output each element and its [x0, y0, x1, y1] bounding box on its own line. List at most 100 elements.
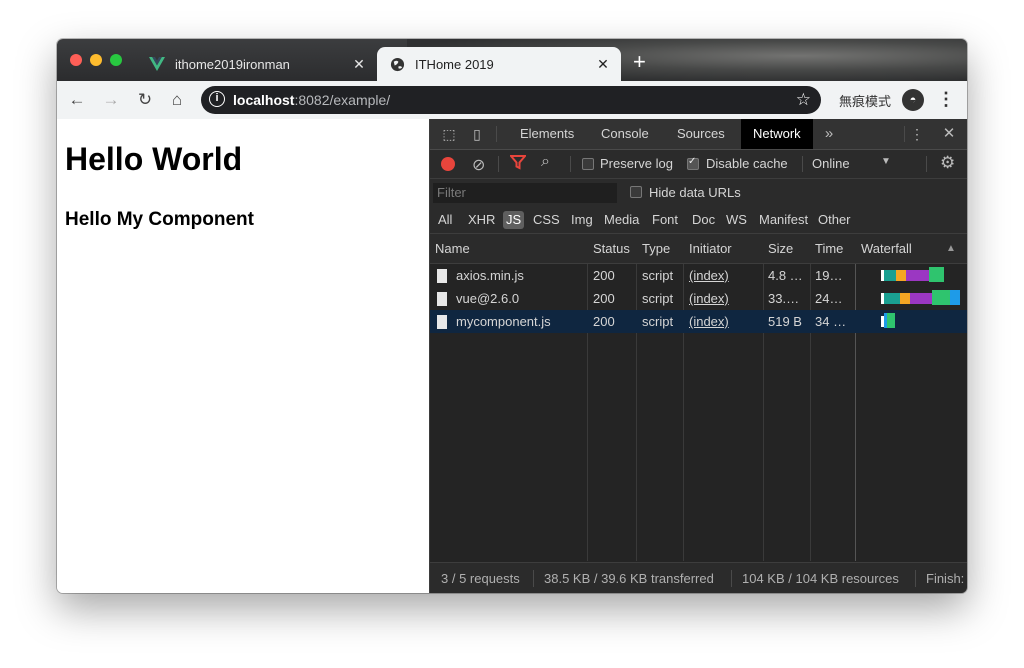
bookmark-star-icon[interactable]: ☆ [796, 90, 811, 110]
record-icon[interactable] [441, 157, 455, 171]
file-icon [437, 292, 447, 306]
waterfall-download-bar [929, 267, 944, 282]
resource-type-filter: All XHR JS CSS Img Media Font Doc WS Man… [430, 207, 967, 234]
divider [926, 156, 927, 172]
zoom-window-button[interactable] [110, 54, 122, 66]
request-status: 200 [593, 314, 615, 329]
gear-icon[interactable]: ⚙ [940, 153, 955, 173]
filter-input[interactable]: Filter [433, 183, 617, 203]
request-status: 200 [593, 291, 615, 306]
url-text: localhost:8082/example/ [233, 92, 390, 108]
request-initiator[interactable]: (index) [689, 264, 729, 287]
request-time: 19… [815, 268, 843, 283]
search-icon[interactable]: ⌕ [541, 153, 550, 171]
requests-count: 3 / 5 requests [441, 571, 520, 586]
more-menu-icon[interactable]: ⋮ [937, 89, 955, 110]
globe-icon [389, 56, 405, 72]
file-icon [437, 315, 447, 329]
close-tab-icon[interactable]: ✕ [593, 56, 613, 73]
tab-elements[interactable]: Elements [508, 119, 586, 149]
incognito-label[interactable]: 無痕模式 [839, 91, 891, 110]
column-header-type[interactable]: Type [642, 234, 670, 263]
column-header-waterfall[interactable]: Waterfall [861, 234, 912, 263]
web-page-content: Hello World Hello My Component [57, 119, 429, 593]
column-header-time[interactable]: Time [815, 234, 843, 263]
column-header-name[interactable]: Name [435, 234, 470, 263]
type-font[interactable]: Font [649, 211, 681, 229]
request-initiator[interactable]: (index) [689, 287, 729, 310]
tab-sources[interactable]: Sources [665, 119, 737, 149]
divider [498, 156, 499, 172]
table-row[interactable]: mycomponent.js 200 script (index) 519 B … [430, 310, 967, 333]
info-icon[interactable]: i [209, 91, 225, 107]
request-size: 4.8 … [768, 268, 803, 283]
table-row[interactable]: vue@2.6.0 200 script (index) 33.… 24… [430, 287, 967, 310]
close-devtools-icon[interactable]: ✕ [940, 125, 958, 143]
disable-cache-checkbox[interactable] [687, 156, 699, 170]
type-img[interactable]: Img [568, 211, 596, 229]
hide-data-urls-label: Hide data URLs [649, 185, 741, 200]
type-other[interactable]: Other [815, 211, 854, 229]
clear-icon[interactable]: ⊘ [472, 155, 485, 175]
request-type: script [642, 314, 674, 329]
preserve-log-checkbox[interactable] [582, 158, 594, 170]
home-icon[interactable]: ⌂ [167, 90, 187, 110]
divider [731, 570, 732, 587]
request-type: script [642, 268, 674, 283]
filter-bar: Filter Hide data URLs [430, 179, 967, 207]
request-name: axios.min.js [456, 268, 524, 283]
request-size: 33.… [768, 291, 800, 306]
type-manifest[interactable]: Manifest [756, 211, 811, 229]
type-xhr[interactable]: XHR [465, 211, 498, 229]
type-ws[interactable]: WS [723, 211, 750, 229]
preserve-log-label: Preserve log [600, 156, 673, 171]
request-type: script [642, 291, 674, 306]
more-panels-icon[interactable]: » [820, 125, 838, 143]
throttling-select[interactable]: Online [812, 156, 850, 171]
sort-ascending-icon[interactable]: ▲ [946, 234, 956, 263]
waterfall-extra-bar [950, 290, 960, 305]
inspect-element-icon[interactable]: ⬚ [440, 125, 458, 143]
reload-icon[interactable]: ↻ [135, 90, 155, 110]
request-name: vue@2.6.0 [456, 291, 520, 306]
address-bar[interactable]: i localhost:8082/example/ ☆ [201, 86, 821, 114]
column-header-initiator[interactable]: Initiator [689, 234, 732, 263]
tab-ithome2019ironman[interactable]: ithome2019ironman ✕ [137, 47, 377, 81]
column-header-size[interactable]: Size [768, 234, 793, 263]
chevron-down-icon[interactable]: ▼ [881, 156, 891, 167]
waterfall-request-bar [906, 270, 929, 281]
tab-console[interactable]: Console [589, 119, 661, 149]
type-js[interactable]: JS [503, 211, 525, 229]
new-tab-icon[interactable]: + [633, 51, 646, 73]
request-initiator[interactable]: (index) [689, 310, 729, 333]
type-doc[interactable]: Doc [689, 211, 718, 229]
tab-network[interactable]: Network [741, 119, 813, 149]
filter-funnel-icon[interactable] [508, 154, 528, 173]
file-icon [437, 269, 447, 283]
forward-arrow-icon[interactable]: → [101, 90, 121, 110]
divider [802, 156, 803, 172]
network-summary-bar: 3 / 5 requests 38.5 KB / 39.6 KB transfe… [430, 562, 967, 593]
back-arrow-icon[interactable]: ← [67, 90, 87, 110]
divider [533, 570, 534, 587]
close-window-button[interactable] [70, 54, 82, 66]
column-header-status[interactable]: Status [593, 234, 630, 263]
tab-strip: ithome2019ironman ✕ ITHome 2019 ✕ + [57, 39, 967, 81]
table-header: Name Status Type Initiator Size Time Wat… [430, 234, 967, 264]
type-all[interactable]: All [435, 211, 455, 229]
request-time: 34 … [815, 314, 847, 329]
minimize-window-button[interactable] [90, 54, 102, 66]
waterfall-request-bar [910, 293, 932, 304]
type-media[interactable]: Media [601, 211, 642, 229]
request-time: 24… [815, 291, 843, 306]
close-tab-icon[interactable]: ✕ [349, 56, 369, 73]
incognito-icon[interactable]: ◓ [902, 89, 924, 111]
type-css[interactable]: CSS [530, 211, 563, 229]
devtools-menu-icon[interactable]: ⋮ [908, 125, 926, 143]
divider [915, 570, 916, 587]
page-heading: Hello World [65, 141, 243, 177]
hide-data-urls-checkbox[interactable] [630, 186, 642, 198]
table-row[interactable]: axios.min.js 200 script (index) 4.8 … 19… [430, 264, 967, 287]
tab-ithome-2019[interactable]: ITHome 2019 ✕ [377, 47, 621, 81]
device-toggle-icon[interactable]: ▯ [468, 125, 486, 143]
